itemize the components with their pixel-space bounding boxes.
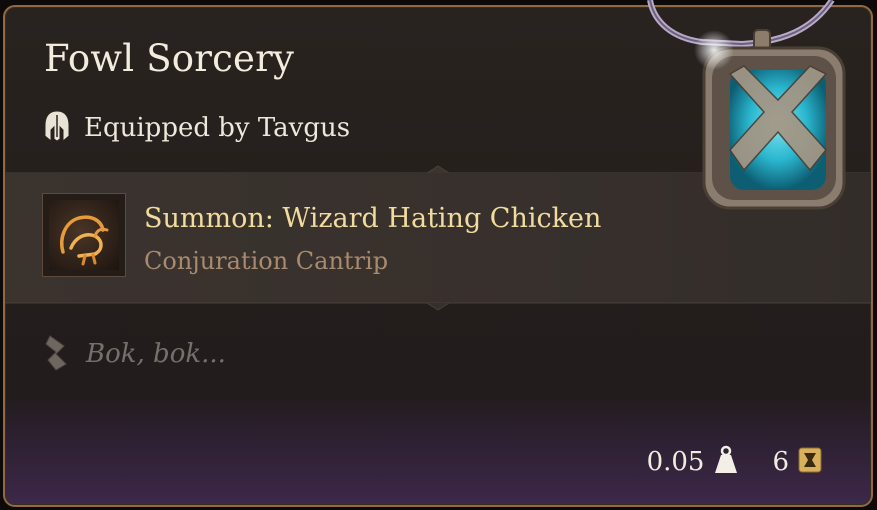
gold-value: 6 — [772, 447, 789, 477]
flavor-row: Bok, bok... — [42, 332, 226, 376]
amulet-icon — [647, 0, 846, 210]
gold-coin-icon — [797, 446, 823, 478]
flavor-text: Bok, bok... — [86, 339, 226, 369]
spell-school: Conjuration Cantrip — [144, 247, 389, 275]
spell-name: Summon: Wizard Hating Chicken — [144, 203, 602, 234]
helmet-icon — [42, 109, 72, 147]
equipped-by-row: Equipped by Tavgus — [42, 109, 350, 147]
scroll-quill-icon — [42, 332, 72, 376]
section-divider-bottom — [5, 302, 871, 311]
item-title: Fowl Sorcery — [44, 37, 295, 80]
chicken-rune-icon — [42, 193, 126, 277]
weight-value: 0.05 — [646, 447, 705, 477]
equipped-by-label: Equipped by Tavgus — [84, 113, 351, 143]
item-footer: 0.05 6 — [647, 445, 823, 479]
weight-icon — [714, 445, 738, 479]
